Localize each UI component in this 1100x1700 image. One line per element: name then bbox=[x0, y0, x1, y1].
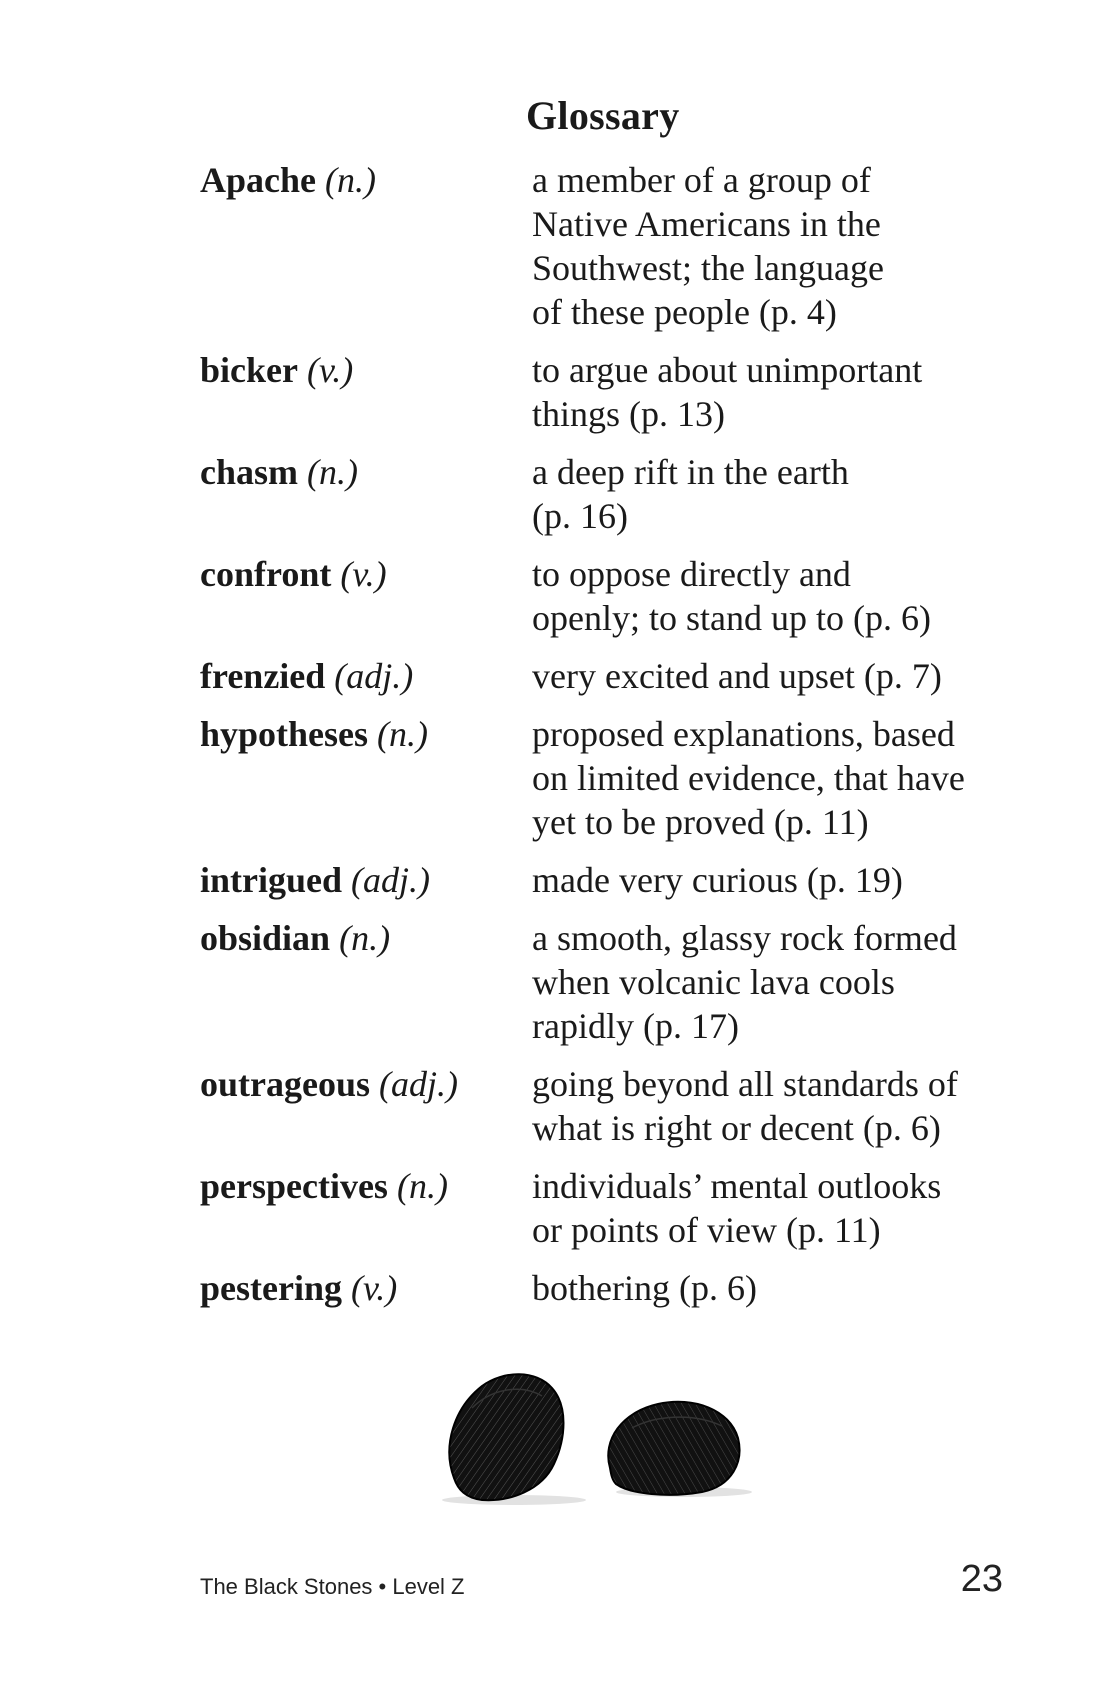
glossary-term: hypotheses bbox=[200, 714, 369, 754]
definition-line: what is right or decent (p. 6) bbox=[532, 1108, 941, 1148]
glossary-list: Apache (n.) a member of a group of Native … bbox=[200, 158, 1020, 1324]
glossary-term-column: obsidian (n.) bbox=[200, 916, 532, 1048]
glossary-definition: to oppose directly and openly; to stand u… bbox=[532, 552, 1020, 640]
glossary-entry: obsidian (n.) a smooth, glassy rock forme… bbox=[200, 916, 1020, 1048]
definition-line: to oppose directly and bbox=[532, 554, 851, 594]
definition-line: going beyond all standards of bbox=[532, 1064, 958, 1104]
stone-right bbox=[607, 1400, 741, 1496]
part-of-speech: (adj.) bbox=[351, 860, 430, 900]
definition-line: made very curious (p. 19) bbox=[532, 860, 903, 900]
glossary-entry: hypotheses (n.) proposed explanations, ba… bbox=[200, 712, 1020, 844]
glossary-entry: outrageous (adj.) going beyond all standa… bbox=[200, 1062, 1020, 1150]
definition-line: rapidly (p. 17) bbox=[532, 1006, 739, 1046]
definition-line: Native Americans in the bbox=[532, 204, 881, 244]
glossary-term-column: intrigued (adj.) bbox=[200, 858, 532, 902]
definition-line: openly; to stand up to (p. 6) bbox=[532, 598, 931, 638]
glossary-definition: a deep rift in the earth (p. 16) bbox=[532, 450, 1020, 538]
definition-line: a member of a group of bbox=[532, 160, 871, 200]
definition-line: of these people (p. 4) bbox=[532, 292, 837, 332]
glossary-term-column: bicker (v.) bbox=[200, 348, 532, 436]
glossary-term: intrigued bbox=[200, 860, 343, 900]
black-stones-illustration bbox=[442, 1373, 752, 1505]
part-of-speech: (n.) bbox=[339, 918, 391, 958]
glossary-term-column: perspectives (n.) bbox=[200, 1164, 532, 1252]
glossary-term: obsidian bbox=[200, 918, 331, 958]
glossary-entry: frenzied (adj.) very excited and upset (p… bbox=[200, 654, 1020, 698]
glossary-term: bicker bbox=[200, 350, 298, 390]
definition-line: a smooth, glassy rock formed bbox=[532, 918, 957, 958]
glossary-entry: intrigued (adj.) made very curious (p. 19… bbox=[200, 858, 1020, 902]
definition-line: (p. 16) bbox=[532, 496, 628, 536]
definition-line: yet to be proved (p. 11) bbox=[532, 802, 869, 842]
part-of-speech: (n.) bbox=[307, 452, 358, 492]
glossary-term: Apache bbox=[200, 160, 316, 200]
glossary-definition: proposed explanations, based on limited e… bbox=[532, 712, 1020, 844]
definition-line: very excited and upset (p. 7) bbox=[532, 656, 942, 696]
definition-line: things (p. 13) bbox=[532, 394, 725, 434]
glossary-entry: chasm (n.) a deep rift in the earth (p. 16… bbox=[200, 450, 1020, 538]
definition-line: bothering (p. 6) bbox=[532, 1268, 757, 1308]
definition-line: individuals’ mental outlooks bbox=[532, 1166, 942, 1206]
glossary-term-column: chasm (n.) bbox=[200, 450, 532, 538]
part-of-speech: (adj.) bbox=[379, 1064, 458, 1104]
glossary-entry: bicker (v.) to argue about unimportant thi… bbox=[200, 348, 1020, 436]
part-of-speech: (v.) bbox=[340, 554, 387, 594]
footer-book-title: The Black Stones • Level Z bbox=[200, 1574, 465, 1599]
glossary-term: chasm bbox=[200, 452, 298, 492]
glossary-definition: made very curious (p. 19) bbox=[532, 858, 1020, 902]
glossary-definition: bothering (p. 6) bbox=[532, 1266, 1020, 1310]
glossary-definition: very excited and upset (p. 7) bbox=[532, 654, 1020, 698]
glossary-term-column: hypotheses (n.) bbox=[200, 712, 532, 844]
glossary-definition: a smooth, glassy rock formed when volcani… bbox=[532, 916, 1020, 1048]
glossary-entry: perspectives (n.) individuals’ mental out… bbox=[200, 1164, 1020, 1252]
glossary-term: perspectives bbox=[200, 1166, 388, 1206]
page-number: 23 bbox=[960, 1558, 1003, 1600]
definition-line: on limited evidence, that have bbox=[532, 758, 965, 798]
part-of-speech: (adj.) bbox=[334, 656, 414, 696]
part-of-speech: (v.) bbox=[350, 1268, 398, 1308]
part-of-speech: (v.) bbox=[306, 350, 354, 390]
page-title: Glossary bbox=[526, 93, 680, 138]
definition-line: to argue about unimportant bbox=[532, 350, 923, 390]
glossary-term: pestering bbox=[200, 1268, 342, 1308]
glossary-term: confront bbox=[200, 554, 332, 594]
glossary-entry: confront (v.) to oppose directly and openl… bbox=[200, 552, 1020, 640]
definition-line: a deep rift in the earth bbox=[532, 452, 849, 492]
glossary-term-column: pestering (v.) bbox=[200, 1266, 532, 1310]
definition-line: proposed explanations, based bbox=[532, 714, 955, 754]
glossary-term-column: confront (v.) bbox=[200, 552, 532, 640]
glossary-term-column: outrageous (adj.) bbox=[200, 1062, 532, 1150]
glossary-definition: going beyond all standards of what is rig… bbox=[532, 1062, 1020, 1150]
glossary-definition: to argue about unimportant things (p. 13) bbox=[532, 348, 1020, 436]
glossary-entry: Apache (n.) a member of a group of Native … bbox=[200, 158, 1020, 334]
glossary-definition: individuals’ mental outlooks or points of… bbox=[532, 1164, 1020, 1252]
glossary-entry: pestering (v.) bothering (p. 6) bbox=[200, 1266, 1020, 1310]
part-of-speech: (n.) bbox=[325, 160, 376, 200]
part-of-speech: (n.) bbox=[396, 1166, 448, 1206]
definition-line: Southwest; the language bbox=[532, 248, 884, 288]
glossary-term: frenzied bbox=[200, 656, 326, 696]
definition-line: when volcanic lava cools bbox=[532, 962, 895, 1002]
definition-line: or points of view (p. 11) bbox=[532, 1210, 881, 1250]
glossary-definition: a member of a group of Native Americans i… bbox=[532, 158, 1020, 334]
glossary-term-column: frenzied (adj.) bbox=[200, 654, 532, 698]
glossary-term-column: Apache (n.) bbox=[200, 158, 532, 334]
glossary-term: outrageous bbox=[200, 1064, 370, 1104]
part-of-speech: (n.) bbox=[377, 714, 429, 754]
stone-left bbox=[448, 1373, 565, 1502]
